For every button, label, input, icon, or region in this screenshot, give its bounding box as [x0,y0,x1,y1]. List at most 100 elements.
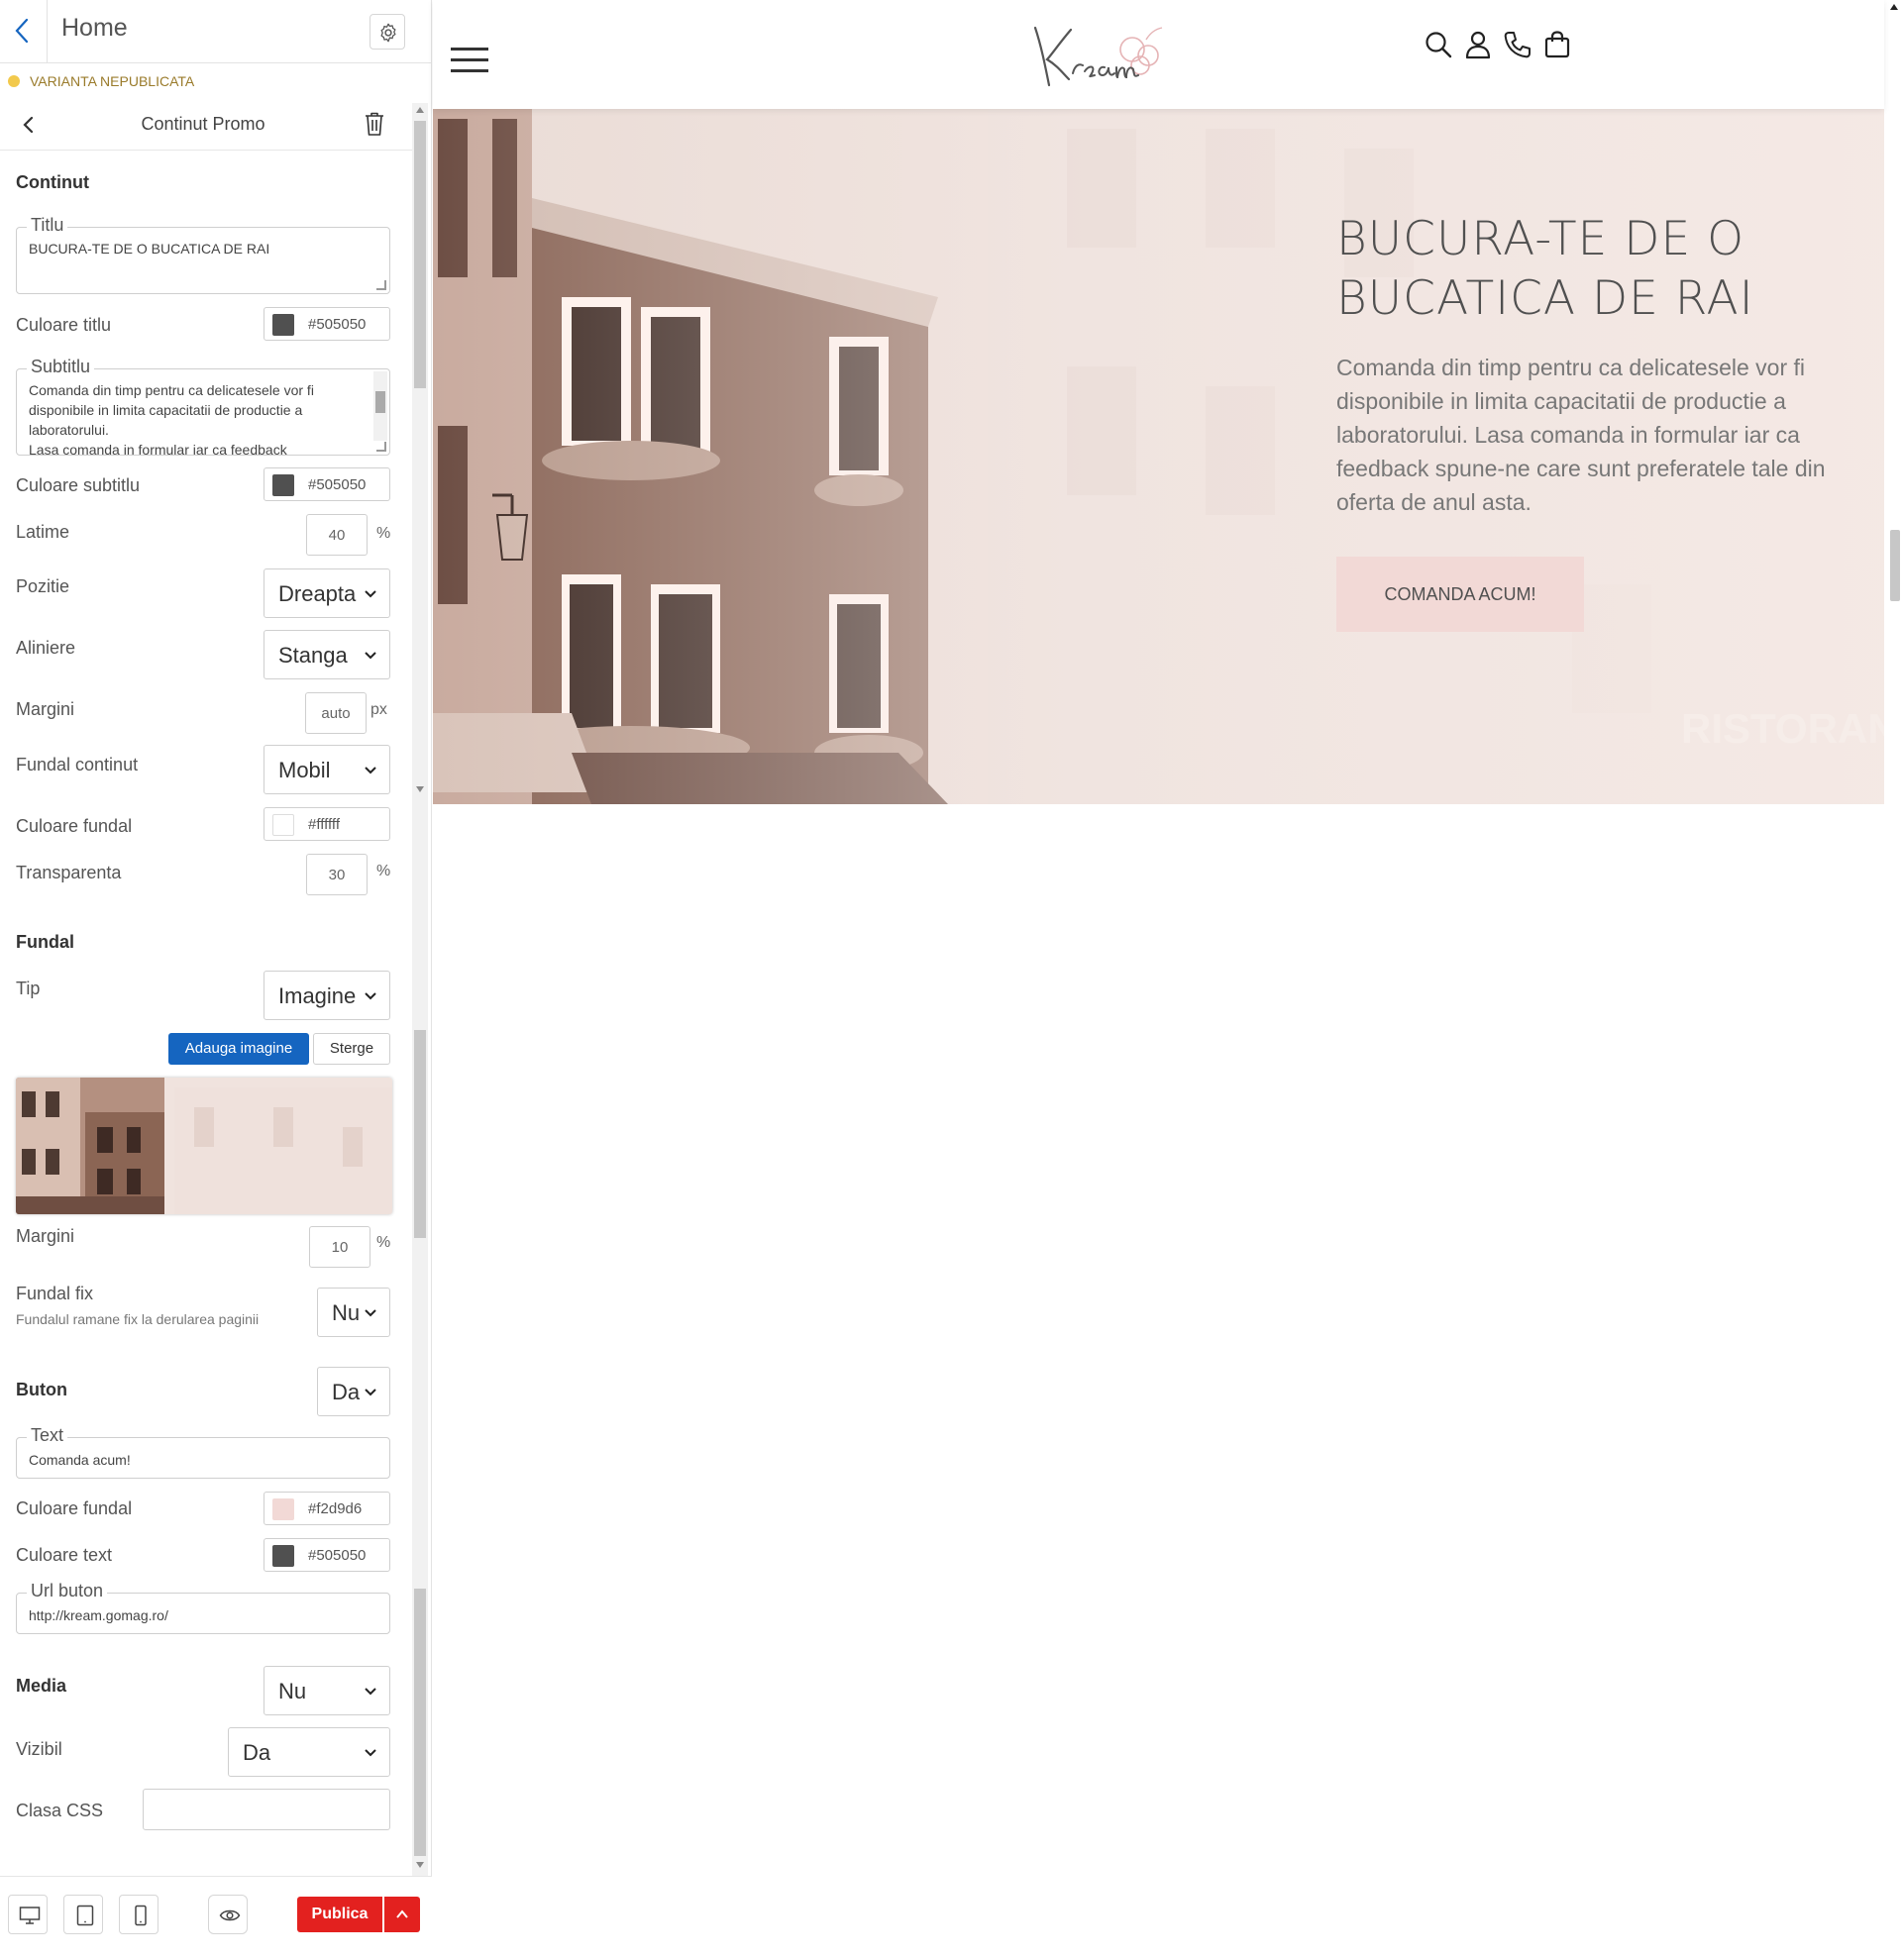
color-hex: #505050 [308,1547,367,1564]
aliniere-select[interactable]: Stanga [264,630,390,679]
editor-scrollbar[interactable] [412,103,428,1876]
margini-unit: px [370,701,387,718]
preview-scrollbar[interactable] [1887,0,1902,1960]
subtitlu-field[interactable]: Subtitlu Comanda din timp pentru ca deli… [16,357,390,456]
editor-header: Home [0,0,432,63]
bag-icon[interactable] [1542,30,1572,59]
mobile-icon [135,1905,147,1926]
hero-title-line-1: BUCURA-TE DE O [1336,212,1745,266]
hero-sign-text: RISTORANTE [1681,705,1884,752]
eye-icon [219,1909,241,1921]
mobile-view-button[interactable] [119,1895,158,1934]
scrollbar-thumb[interactable] [414,121,426,388]
buton-text-field[interactable]: Text Comanda acum! [16,1425,390,1479]
section-media: Media [16,1676,67,1696]
hero-title-line-2: BUCATICA DE RAI [1336,271,1754,326]
buton-culoare-text-input[interactable]: #505050 [264,1538,390,1572]
add-image-button[interactable]: Adauga imagine [168,1033,309,1065]
status-badge: VARIANTA NEPUBLICATA [8,73,194,93]
latime-unit: % [376,525,391,542]
status-dot [8,75,20,87]
scrollbar-thumb-2[interactable] [414,1030,426,1238]
resize-handle[interactable] [376,442,386,452]
margini-input[interactable]: auto [305,692,367,734]
section-buton: Buton [16,1380,67,1399]
transparenta-input[interactable]: 30 [306,854,368,895]
fundal-fix-label: Fundal fix [16,1284,94,1303]
buton-culoare-fundal-input[interactable]: #f2d9d6 [264,1492,390,1525]
select-value: Dreapta [278,581,357,606]
section-continut: Continut [16,172,89,192]
titlu-value: BUCURA-TE DE O BUCATICA DE RAI [29,241,270,257]
tablet-icon [76,1905,94,1926]
section-header: Continut Promo [0,99,416,151]
delete-image-button[interactable]: Sterge [313,1033,390,1065]
titlu-field[interactable]: Titlu BUCURA-TE DE O BUCATICA DE RAI [16,215,390,294]
section-title: Continut Promo [141,114,265,134]
publish-options-button[interactable] [384,1897,420,1932]
vizibil-select[interactable]: Da [228,1727,390,1777]
select-value: Da [243,1740,271,1765]
phone-icon[interactable] [1503,30,1532,59]
chevron-down-icon [365,1389,376,1396]
culoare-subtitlu-input[interactable]: #505050 [264,467,390,501]
chevron-down-icon [365,1749,376,1757]
subtitlu-line-4: Lasa comanda in formular iar ca feedback [29,442,287,456]
color-swatch[interactable] [272,1545,294,1567]
chevron-down-icon [365,992,376,1000]
scroll-up-arrow[interactable] [1890,4,1898,10]
clasa-css-label: Clasa CSS [16,1801,104,1820]
preview-scroll-thumb[interactable] [1890,530,1900,601]
publish-button[interactable]: Publica [297,1897,382,1932]
back-button[interactable] [0,0,48,63]
aliniere-label: Aliniere [16,638,76,658]
tip-select[interactable]: Imagine [264,971,390,1020]
resize-handle[interactable] [376,280,386,290]
fundal-margini-input[interactable]: 10 [309,1226,370,1268]
thumbnail-image [16,1078,392,1214]
scrollbar-thumb-3[interactable] [414,1589,426,1856]
site-header [433,0,1884,109]
fundal-margini-label: Margini [16,1226,75,1246]
site-preview: RISTORANTE BUCURA-TE DE O BUCATICA DE RA… [433,0,1902,1960]
scroll-up-arrow[interactable] [416,107,424,113]
preview-button[interactable] [208,1895,248,1934]
trash-icon[interactable] [363,111,386,137]
scroll-down-arrow[interactable] [416,786,424,792]
textarea-scroll-thumb[interactable] [375,391,385,413]
culoare-subtitlu-label: Culoare subtitlu [16,475,141,495]
culoare-titlu-label: Culoare titlu [16,315,112,335]
back-chevron-icon [15,18,29,44]
color-swatch[interactable] [272,314,294,336]
fundal-continut-select[interactable]: Mobil [264,745,390,794]
site-logo[interactable] [1027,16,1176,95]
color-swatch[interactable] [272,814,294,836]
hero-subtitle: Comanda din timp pentru ca delicatesele … [1336,355,1826,515]
hero-cta-button[interactable]: COMANDA ACUM! [1336,557,1584,632]
fundal-fix-select[interactable]: Nu [317,1288,390,1337]
fundal-continut-label: Fundal continut [16,755,139,774]
pozitie-select[interactable]: Dreapta [264,568,390,618]
chevron-down-icon [365,1688,376,1696]
culoare-titlu-input[interactable]: #505050 [264,307,390,341]
transparenta-unit: % [376,863,391,879]
titlu-legend: Titlu [27,215,68,236]
culoare-fundal-input[interactable]: #ffffff [264,807,390,841]
url-buton-field[interactable]: Url buton http://kream.gomag.ro/ [16,1581,390,1634]
color-swatch[interactable] [272,474,294,496]
settings-button[interactable] [370,14,405,50]
margini-label: Margini [16,699,75,719]
latime-input[interactable]: 40 [306,514,368,556]
tablet-view-button[interactable] [63,1895,103,1934]
background-image-thumbnail[interactable] [16,1078,392,1214]
buton-enabled-select[interactable]: Da [317,1367,390,1416]
search-icon[interactable] [1424,30,1453,59]
scroll-down-arrow-2[interactable] [416,1862,424,1868]
select-value: Nu [278,1679,307,1703]
desktop-view-button[interactable] [8,1895,48,1934]
user-icon[interactable] [1463,30,1493,59]
menu-icon[interactable] [451,48,488,73]
media-select[interactable]: Nu [264,1666,390,1715]
color-swatch[interactable] [272,1498,294,1520]
clasa-css-input[interactable] [143,1789,390,1830]
